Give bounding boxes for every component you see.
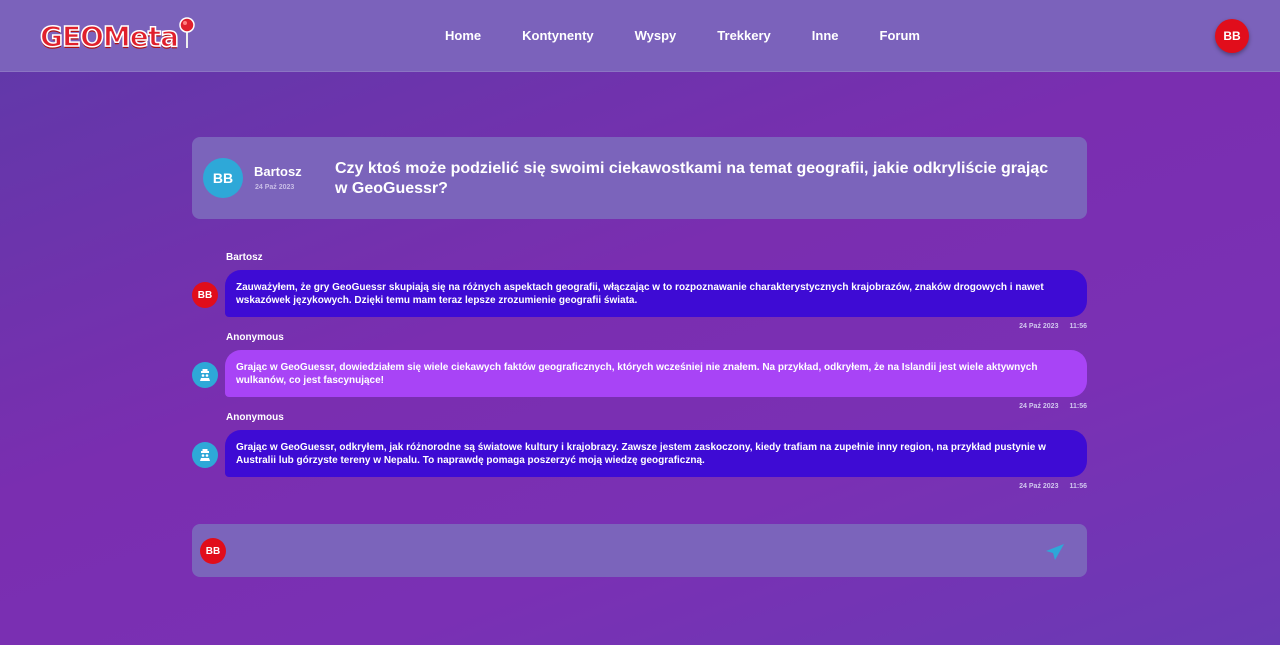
comment-time: 11:56 — [1069, 403, 1087, 410]
navbar: GEOMeta Home Kontynenty Wyspy Trekkery I… — [0, 0, 1280, 72]
comment-meta: 24 Paź 2023 11:56 — [1019, 403, 1087, 410]
user-avatar-button[interactable]: BB — [1215, 19, 1249, 53]
question-card: BB Bartosz 24 Paź 2023 Czy ktoś może pod… — [192, 137, 1087, 219]
comment-input[interactable] — [236, 536, 1036, 566]
nav-links: Home Kontynenty Wyspy Trekkery Inne Foru… — [445, 28, 961, 43]
comment-meta: 24 Paź 2023 11:56 — [1019, 483, 1087, 490]
comment-bubble: Grając w GeoGuessr, odkryłem, jak różnor… — [225, 430, 1087, 477]
comment-meta: 24 Paź 2023 11:56 — [1019, 323, 1087, 330]
comment-bubble: Zauważyłem, że gry GeoGuessr skupiają si… — [225, 270, 1087, 317]
comment-item: Bartosz BB Zauważyłem, że gry GeoGuessr … — [192, 252, 1087, 332]
map-pin-icon — [179, 17, 195, 48]
composer-avatar: BB — [200, 538, 226, 564]
comment-time: 11:56 — [1069, 483, 1087, 490]
comment-author: Anonymous — [226, 412, 284, 423]
comment-list: Bartosz BB Zauważyłem, że gry GeoGuessr … — [192, 252, 1087, 492]
question-date: 24 Paź 2023 — [255, 184, 295, 191]
send-icon[interactable] — [1045, 543, 1065, 561]
comment-date: 24 Paź 2023 — [1019, 323, 1059, 330]
nav-link-inne[interactable]: Inne — [812, 28, 839, 43]
nav-link-trekkery[interactable]: Trekkery — [717, 28, 771, 43]
comment-author: Bartosz — [226, 252, 263, 263]
comment-composer: BB — [192, 524, 1087, 577]
comment-author: Anonymous — [226, 332, 284, 343]
logo[interactable]: GEOMeta — [39, 16, 196, 56]
nav-link-forum[interactable]: Forum — [880, 28, 920, 43]
comment-item: Anonymous Grając w GeoGuessr, odkryłem, … — [192, 412, 1087, 492]
comment-date: 24 Paź 2023 — [1019, 483, 1059, 490]
comment-date: 24 Paź 2023 — [1019, 403, 1059, 410]
nav-link-wyspy[interactable]: Wyspy — [635, 28, 677, 43]
nav-link-kontynenty[interactable]: Kontynenty — [522, 28, 594, 43]
comment-item: Anonymous Grając w GeoGuessr, dowiedział… — [192, 332, 1087, 412]
question-author-name: Bartosz — [254, 164, 302, 179]
comment-bubble: Grając w GeoGuessr, dowiedziałem się wie… — [225, 350, 1087, 397]
nav-link-home[interactable]: Home — [445, 28, 481, 43]
comment-avatar — [192, 362, 218, 388]
anonymous-user-icon — [200, 449, 210, 461]
comment-avatar — [192, 442, 218, 468]
logo-text[interactable]: GEOMeta — [39, 19, 180, 54]
anonymous-user-icon — [200, 369, 210, 381]
question-text: Czy ktoś może podzielić się swoimi cieka… — [335, 160, 1049, 197]
question-author-avatar: BB — [203, 158, 243, 198]
comment-avatar: BB — [192, 282, 218, 308]
comment-time: 11:56 — [1069, 323, 1087, 330]
